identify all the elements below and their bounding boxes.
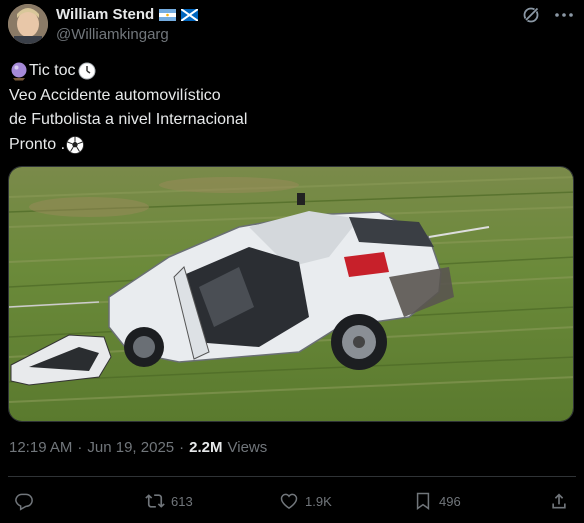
tweet-line-text: Veo Accidente automovilístico [9,86,221,104]
tweet-actions: 613 1.9K 496 [0,486,584,516]
retweet-button[interactable]: 613 [145,486,193,516]
tweet-date[interactable]: Jun 19, 2025 [87,439,174,456]
crystal-ball-emoji-icon [11,62,27,81]
grok-icon[interactable] [522,6,540,24]
bookmark-icon [416,492,430,510]
crashed-car-photo [9,167,573,421]
soccer-ball-emoji-icon [66,135,84,154]
retweet-count: 613 [171,493,193,509]
tweet-media-photo[interactable] [8,166,574,422]
scotland-flag-icon [181,8,199,21]
bookmark-count: 496 [439,493,461,509]
tweet-line: Veo Accidente automovilístico [9,84,549,109]
tweet-header: William Stend @Williamkingarg [8,4,576,44]
meta-separator: · [77,439,83,456]
views-label: Views [227,439,268,456]
share-icon [552,493,566,509]
reply-button[interactable] [14,486,40,516]
author-handle[interactable]: @Williamkingarg [56,26,169,43]
tweet-time[interactable]: 12:19 AM [9,439,72,456]
tweet-line-text: de Futbolista a nivel Internacional [9,111,248,128]
tweet-line-text: Tic toc [29,62,76,79]
bookmark-button[interactable]: 496 [413,486,461,516]
share-button[interactable] [549,486,569,516]
tweet-meta: 12:19 AM · Jun 19, 2025 · 2.2M Views [9,439,267,456]
tweet-line: Tic toc [9,59,549,84]
like-button[interactable]: 1.9K [279,486,332,516]
clock-emoji-icon [78,62,96,80]
argentina-flag-icon [159,8,177,21]
avatar[interactable] [8,4,48,44]
tweet-line: de Futbolista a nivel Internacional [9,108,549,133]
like-count: 1.9K [305,493,332,509]
heart-icon [280,493,298,509]
retweet-icon [145,494,165,508]
reply-icon [15,493,33,511]
tweet-line: Pronto . [9,133,549,158]
tweet-text: Tic toc Veo Accidente automovilístico de… [9,59,549,157]
more-options-icon[interactable] [554,5,574,25]
views-count: 2.2M [189,439,223,456]
divider [8,476,576,477]
author-name-row: William Stend [56,6,199,23]
meta-separator: · [179,439,185,456]
tweet-line-text: Pronto . [9,135,66,153]
display-name[interactable]: William Stend [56,6,154,23]
